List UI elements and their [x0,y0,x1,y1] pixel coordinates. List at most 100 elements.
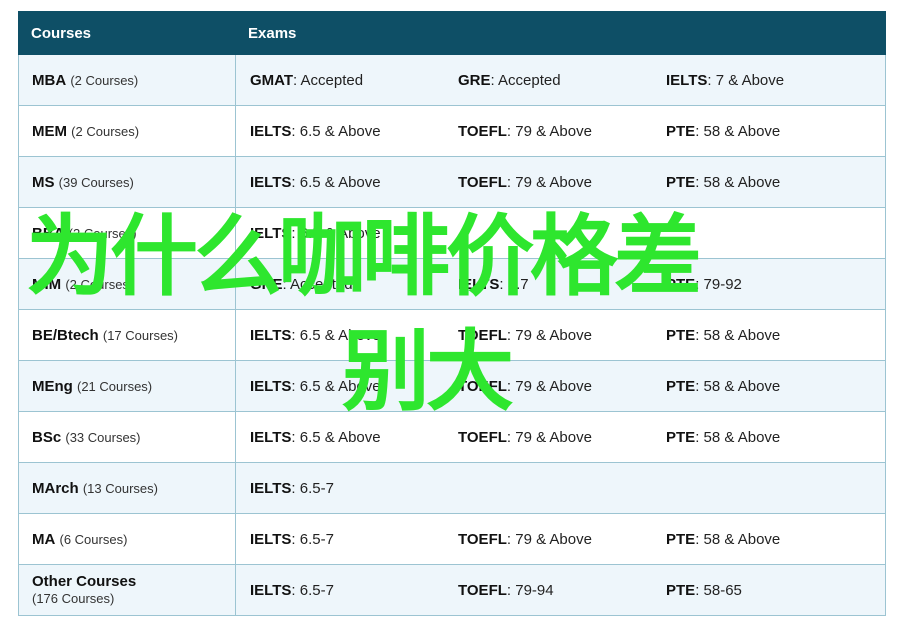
course-cell: MArch (13 Courses) [18,462,236,514]
exam-score: : 79 & Above [506,428,592,446]
course-name[interactable]: MBA [32,72,66,89]
course-name[interactable]: MIM [32,276,61,293]
exam-name: GMAT [250,71,294,89]
exams-cell: IELTS: 6.5 & Above TOEFL: 79 & Above PTE: … [235,360,886,412]
exam-name: TOEFL [458,581,507,599]
exam-requirement [458,225,666,242]
course-count: (2 Courses) [65,276,134,292]
exam-name: TOEFL [458,428,507,446]
exams-cell: IELTS: 6.5-7 TOEFL: 79-94 PTE: 58-65 [235,564,886,616]
exam-score: : 6.5 & Above [291,173,381,191]
exam-requirement: TOEFL: 79-94 [458,582,666,599]
exam-name: IELTS [458,275,500,293]
exam-name: PTE [666,428,696,446]
course-name[interactable]: Other Courses [32,573,136,590]
exam-score: : 58-65 [695,581,742,599]
course-cell: MS (39 Courses) [18,156,236,208]
course-count: (2 Courses) [68,225,137,241]
exam-name: PTE [666,530,696,548]
course-name[interactable]: MA [32,531,55,548]
exam-score: : 79 & Above [506,173,592,191]
course-name[interactable]: BBA [32,225,65,242]
exam-score: : 6.5 & Above [291,377,381,395]
course-count: (33 Courses) [65,429,141,445]
course-name[interactable]: MArch [32,480,79,497]
exam-score: : 79 & Above [506,326,592,344]
table-row: MBA (2 Courses) GMAT: Accepted GRE: Accept… [18,54,886,106]
exam-name: PTE [666,275,696,293]
course-count: (21 Courses) [77,378,153,394]
exam-requirement: GMAT: Accepted [250,72,458,89]
course-name[interactable]: BSc [32,429,61,446]
exam-name: IELTS [250,377,292,395]
exam-requirement: IELTS: 6.5 & Above [250,429,458,446]
exam-requirement: PTE: 58 & Above [666,429,874,446]
course-name[interactable]: MS [32,174,55,191]
course-count: (2 Courses) [70,72,139,88]
course-cell: BSc (33 Courses) [18,411,236,463]
exam-score: : 58 & Above [695,326,781,344]
course-cell: MA (6 Courses) [18,513,236,565]
exam-requirement: IELTS: 6.5 & Above [250,174,458,191]
table-row: MEng (21 Courses) IELTS: 6.5 & Above TOEFL… [18,360,886,412]
courses-header: Courses [18,11,236,55]
exam-requirement: IELTS: 5.7 [458,276,666,293]
course-name[interactable]: MEM [32,123,67,140]
exam-name: IELTS [250,122,292,140]
table-row: BSc (33 Courses) IELTS: 6.5 & Above TOEFL:… [18,411,886,463]
exam-name: GRE [458,71,491,89]
course-cell: BE/Btech (17 Courses) [18,309,236,361]
exam-requirement: IELTS: 6.5-7 [250,582,458,599]
course-cell: Other Courses (176 Courses) [18,564,236,616]
exam-score: : Accepted [293,71,364,89]
exams-cell: IELTS: 6.5 & Above TOEFL: 79 & Above PTE: … [235,105,886,157]
exam-name: PTE [666,122,696,140]
course-count: (2 Courses) [71,123,140,139]
table-row: BBA (2 Courses) IELTS: 6.5 & Above [18,207,886,259]
exam-name: IELTS [666,71,708,89]
exam-name: IELTS [250,479,292,497]
exam-name: PTE [666,173,696,191]
table-row: BE/Btech (17 Courses) IELTS: 6.5 & Above T… [18,309,886,361]
table-body: MBA (2 Courses) GMAT: Accepted GRE: Accept… [18,54,886,616]
exam-requirement: TOEFL: 79 & Above [458,378,666,395]
exam-score: : 6.5-7 [291,581,334,599]
course-count: (176 Courses) [32,591,115,606]
exam-name: TOEFL [458,530,507,548]
exam-score: : 6.5 & Above [291,224,381,242]
exam-score: : 58 & Above [695,428,781,446]
exam-score: : 79 & Above [506,377,592,395]
exam-score: : 6.5 & Above [291,326,381,344]
exam-score: : 6.5-7 [291,530,334,548]
exam-requirement: IELTS: 6.5 & Above [250,378,458,395]
exams-cell: IELTS: 6.5 & Above TOEFL: 79 & Above PTE: … [235,156,886,208]
exams-cell: IELTS: 6.5 & Above [235,207,886,259]
exam-name: PTE [666,581,696,599]
exam-requirement: PTE: 79-92 [666,276,874,293]
course-cell: MEng (21 Courses) [18,360,236,412]
course-name[interactable]: BE/Btech [32,327,99,344]
course-cell: MEM (2 Courses) [18,105,236,157]
exam-requirement: PTE: 58-65 [666,582,874,599]
table-row: MS (39 Courses) IELTS: 6.5 & Above TOEFL: … [18,156,886,208]
exam-requirement: IELTS: 6.5 & Above [250,225,458,242]
exam-name: IELTS [250,428,292,446]
exam-requirement: TOEFL: 79 & Above [458,123,666,140]
exam-requirement: TOEFL: 79 & Above [458,174,666,191]
exams-cell: IELTS: 6.5 & Above TOEFL: 79 & Above PTE: … [235,411,886,463]
exams-cell: IELTS: 6.5-7 [235,462,886,514]
exam-requirement: GRE: Accepted [458,72,666,89]
exam-requirement: TOEFL: 79 & Above [458,531,666,548]
exam-score: : 58 & Above [695,377,781,395]
exam-name: TOEFL [458,122,507,140]
exam-score: : 6.5-7 [291,479,334,497]
exam-name: IELTS [250,326,292,344]
exam-name: GRE [250,275,283,293]
table-row: MEM (2 Courses) IELTS: 6.5 & Above TOEFL: … [18,105,886,157]
exam-score: : 79 & Above [506,122,592,140]
exam-score: : 58 & Above [695,173,781,191]
table-row: MA (6 Courses) IELTS: 6.5-7 TOEFL: 79 & Ab… [18,513,886,565]
course-name[interactable]: MEng [32,378,73,395]
requirements-table: Courses Exams MBA (2 Courses) GMAT: Accep… [18,11,886,616]
exam-score: : 79 & Above [506,530,592,548]
